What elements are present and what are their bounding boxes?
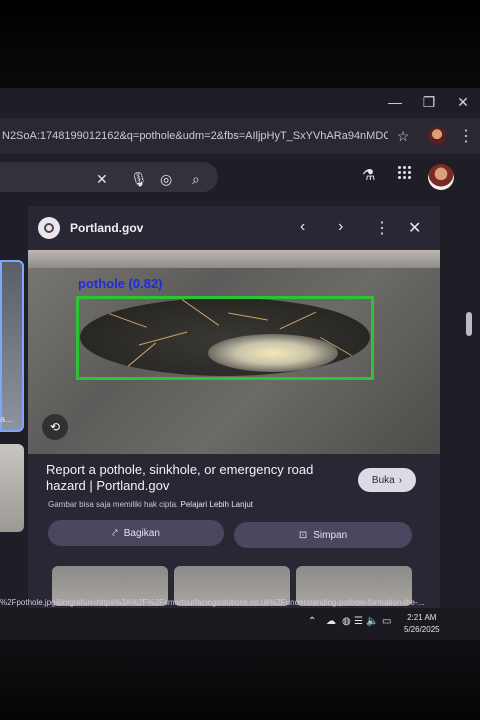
labs-flask-icon[interactable]: ⚗ — [362, 166, 375, 184]
site-name[interactable]: Portland.gov — [70, 221, 143, 235]
clock-date: 5/26/2025 — [404, 625, 440, 634]
more-options-icon[interactable]: ⋮ — [374, 218, 390, 238]
copyright-text: Gambar bisa saja memiliki hak cipta. — [48, 500, 179, 509]
detection-bounding-box — [76, 296, 374, 380]
status-url: %2Fpothole.jpg&imgrefurl=https%3A%2F%2Fs… — [0, 598, 425, 607]
address-bar: N2SoA:1748199012162&q=pothole&udm=2&fbs=… — [0, 118, 480, 154]
security-icon[interactable]: ◍ — [342, 616, 351, 627]
profile-avatar[interactable] — [428, 127, 446, 145]
share-icon: ⤤ — [112, 527, 118, 539]
tray-overflow-icon[interactable]: ⌃ — [308, 616, 316, 627]
search-icon[interactable]: ⌕ — [192, 171, 200, 188]
screen-bezel-bottom — [0, 640, 480, 720]
image-preview-panel: Portland.gov ‹ › ⋮ ✕ pothole (0.82) ⟲ Re… — [28, 206, 440, 636]
open-button[interactable]: Buka › — [358, 468, 416, 492]
apps-grid-icon[interactable] — [398, 166, 411, 179]
learn-more-link[interactable]: Pelajari Lebih Lanjut — [181, 500, 254, 509]
result-thumbnail-selected[interactable] — [0, 260, 24, 432]
copyright-notice: Gambar bisa saja memiliki hak cipta. Pel… — [48, 500, 253, 509]
share-button-label: Bagikan — [123, 527, 160, 539]
search-input[interactable]: ✕ 🎙 ◎ ⌕ — [0, 162, 218, 192]
wifi-icon[interactable]: ☰ — [354, 616, 363, 627]
preview-image[interactable]: pothole (0.82) ⟲ — [28, 250, 440, 454]
curb-strip — [28, 250, 440, 268]
open-button-label: Buka — [371, 474, 395, 486]
clock-time: 2:21 AM — [407, 613, 437, 622]
window-controls: — ❐ ✕ — [378, 88, 480, 116]
detection-label: pothole (0.82) — [78, 276, 163, 291]
bookmark-icon: ⊡ — [298, 529, 308, 541]
save-button-label: Simpan — [313, 529, 348, 541]
mic-icon[interactable]: 🎙 — [130, 171, 148, 188]
search-row: ✕ 🎙 ◎ ⌕ ⚗ — [0, 158, 480, 198]
taskbar-clock[interactable]: 2:21 AM 5/26/2025 — [404, 612, 440, 636]
image-title-link[interactable]: Report a pothole, sinkhole, or emergency… — [46, 462, 336, 494]
save-button[interactable]: ⊡ Simpan — [234, 522, 412, 548]
maximize-button[interactable]: ❐ — [412, 88, 446, 116]
screen: — ❐ ✕ N2SoA:1748199012162&q=pothole&udm=… — [0, 88, 480, 640]
url-field[interactable]: N2SoA:1748199012162&q=pothole&udm=2&fbs=… — [0, 130, 388, 142]
screen-bezel-top — [0, 0, 480, 88]
panel-header: Portland.gov ‹ › ⋮ ✕ — [28, 206, 440, 250]
chevron-right-icon: › — [398, 474, 403, 486]
close-window-button[interactable]: ✕ — [446, 88, 480, 116]
account-avatar[interactable] — [428, 164, 454, 190]
previous-image-icon[interactable]: ‹ — [300, 218, 305, 236]
next-image-icon[interactable]: › — [338, 218, 343, 236]
share-button[interactable]: ⤤ Bagikan — [48, 520, 224, 546]
minimize-button[interactable]: — — [378, 88, 412, 116]
lens-icon[interactable]: ◎ — [160, 171, 172, 188]
cloud-icon[interactable]: ☁ — [326, 616, 336, 627]
result-thumbnail-label: a... — [0, 414, 13, 424]
page-scrollbar-thumb[interactable] — [466, 312, 472, 336]
volume-icon[interactable]: 🔈 — [366, 616, 378, 627]
site-logo — [38, 217, 60, 239]
battery-icon[interactable]: ▭ — [382, 616, 391, 627]
close-panel-icon[interactable]: ✕ — [408, 218, 421, 238]
taskbar: ⌃ ☁ ◍ ☰ 🔈 ▭ 2:21 AM 5/26/2025 — [0, 608, 480, 640]
result-thumbnail[interactable] — [0, 444, 24, 532]
bookmark-star-icon[interactable]: ☆ — [392, 128, 414, 145]
browser-menu-icon[interactable]: ⋮ — [458, 126, 474, 146]
visual-search-icon[interactable]: ⟲ — [42, 414, 68, 440]
clear-icon[interactable]: ✕ — [96, 171, 108, 188]
